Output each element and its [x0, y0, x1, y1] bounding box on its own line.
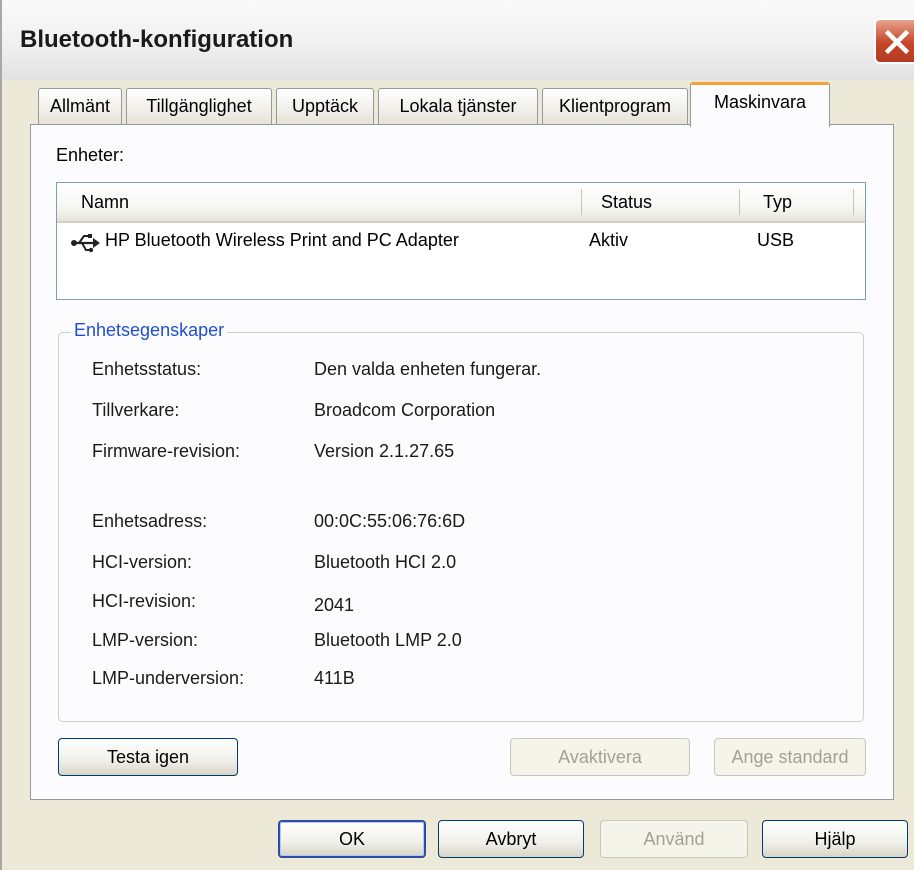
address-value: 00:0C:55:06:76:6D — [314, 511, 466, 531]
manufacturer-label: Tillverkare: — [92, 400, 180, 420]
tab-lokala-tjanster[interactable]: Lokala tjänster — [378, 88, 538, 124]
help-button[interactable]: Hjälp — [762, 820, 908, 858]
column-separator[interactable] — [581, 189, 582, 215]
column-separator[interactable] — [739, 189, 740, 215]
column-separator[interactable] — [853, 189, 854, 215]
group-title: Enhetsegenskaper — [71, 320, 228, 341]
address-label: Enhetsadress: — [92, 511, 208, 531]
column-header-type[interactable]: Typ — [763, 192, 792, 213]
ok-button[interactable]: OK — [278, 820, 426, 858]
tab-tillganglighet[interactable]: Tillgänglighet — [126, 88, 272, 124]
column-header-name[interactable]: Namn — [81, 192, 129, 213]
tab-maskinvara[interactable]: Maskinvara — [690, 82, 830, 127]
tab-upptack[interactable]: Upptäck — [276, 88, 374, 124]
close-button[interactable] — [874, 18, 914, 64]
lmp-subversion-value: 411B — [314, 668, 355, 688]
hci-version-value: Bluetooth HCI 2.0 — [314, 552, 457, 572]
device-name: HP Bluetooth Wireless Print and PC Adapt… — [105, 230, 459, 250]
hci-revision-label: HCI-revision: — [92, 591, 197, 611]
dialog-window: Bluetooth-konfiguration Allmänt Tillgäng… — [0, 0, 914, 870]
usb-icon — [71, 234, 100, 253]
manufacturer-value: Broadcom Corporation — [314, 400, 496, 420]
set-default-button[interactable]: Ange standard — [714, 738, 866, 776]
device-status: Aktiv — [589, 230, 629, 250]
title-bar[interactable]: Bluetooth-konfiguration — [2, 0, 914, 80]
retest-button[interactable]: Testa igen — [58, 738, 238, 776]
lmp-subversion-label: LMP-underversion: — [92, 668, 245, 688]
device-list-header: Namn Status Typ — [57, 183, 865, 223]
hci-version-label: HCI-version: — [92, 552, 193, 572]
column-header-status[interactable]: Status — [601, 192, 652, 213]
close-icon — [884, 29, 910, 55]
hci-revision-value: 2041 — [314, 595, 355, 615]
device-type: USB — [757, 230, 795, 250]
window-title: Bluetooth-konfiguration — [20, 26, 294, 53]
lmp-version-value: Bluetooth LMP 2.0 — [314, 630, 462, 650]
tab-allmant[interactable]: Allmänt — [38, 88, 122, 124]
devices-label: Enheter: — [56, 145, 125, 165]
apply-button[interactable]: Använd — [600, 820, 748, 858]
device-list[interactable]: Namn Status Typ HP Bluetooth Wireless Pr… — [56, 182, 866, 300]
device-properties-group: Enhetsegenskaper Enhetsstatus: Den valda… — [58, 320, 864, 722]
deactivate-button[interactable]: Avaktivera — [510, 738, 690, 776]
cancel-button[interactable]: Avbryt — [438, 820, 584, 858]
device-status-label: Enhetsstatus: — [92, 359, 202, 379]
device-status-value: Den valda enheten fungerar. — [314, 359, 542, 379]
list-item[interactable]: HP Bluetooth Wireless Print and PC Adapt… — [57, 227, 865, 257]
lmp-version-label: LMP-version: — [92, 630, 199, 650]
firmware-label: Firmware-revision: — [92, 441, 241, 461]
firmware-value: Version 2.1.27.65 — [314, 441, 455, 461]
tab-klientprogram[interactable]: Klientprogram — [542, 88, 688, 124]
